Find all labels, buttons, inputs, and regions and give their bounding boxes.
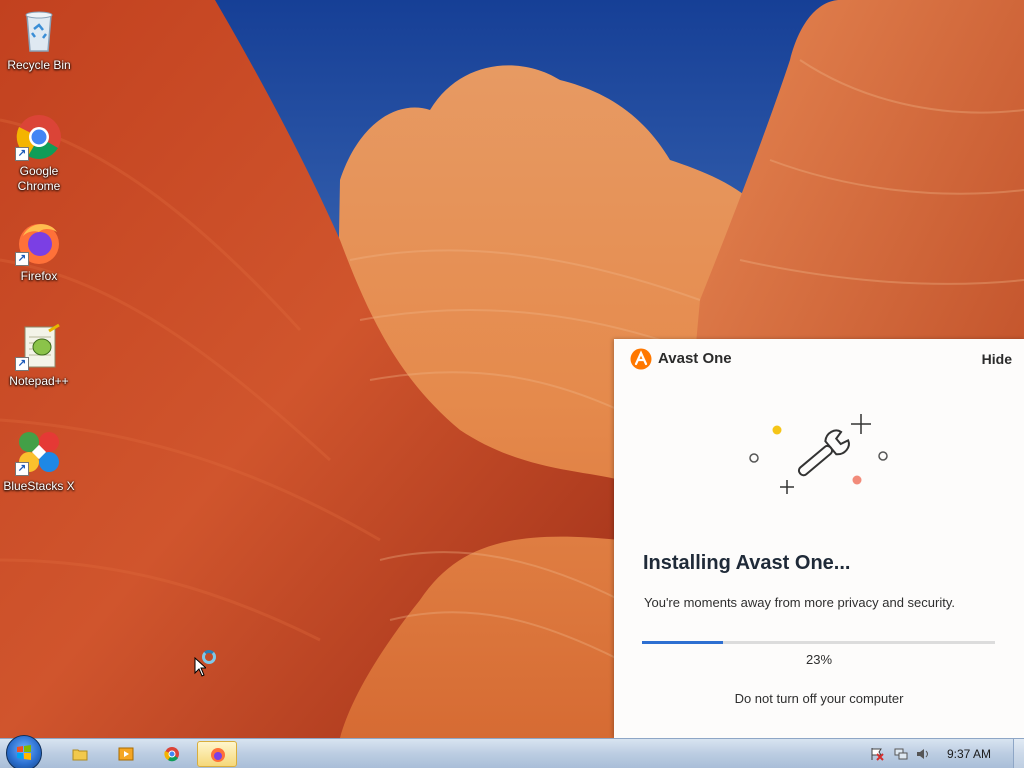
show-desktop-button[interactable] bbox=[1013, 739, 1024, 768]
desktop-icon-recycle-bin[interactable]: Recycle Bin bbox=[1, 7, 77, 73]
desktop-icon-label: Google Chrome bbox=[17, 164, 61, 193]
firefox-icon bbox=[210, 747, 226, 763]
hide-button[interactable]: Hide bbox=[982, 351, 1012, 367]
taskbar-explorer-button[interactable] bbox=[60, 741, 100, 767]
progress-bar bbox=[642, 641, 995, 644]
desktop-icon-label: BlueStacks X bbox=[3, 479, 75, 493]
busy-spinner-icon bbox=[202, 650, 216, 664]
desktop-icon-label: Notepad++ bbox=[9, 374, 69, 388]
avast-installer-panel: Avast One Hide Installing Avast One... Y… bbox=[614, 339, 1024, 738]
avast-logo-icon bbox=[630, 348, 652, 370]
shortcut-arrow-icon: ↗ bbox=[15, 252, 29, 266]
wrench-illustration-icon bbox=[744, 407, 894, 507]
system-tray: 9:37 AM bbox=[854, 739, 1024, 768]
volume-icon[interactable] bbox=[916, 747, 930, 761]
desktop-icon-notepad-plus-plus[interactable]: ↗ Notepad++ bbox=[1, 323, 77, 389]
shortcut-arrow-icon: ↗ bbox=[15, 357, 29, 371]
notepad-plus-plus-icon: ↗ bbox=[15, 323, 63, 371]
bluestacks-icon: ↗ bbox=[15, 428, 63, 476]
progress-percent: 23% bbox=[805, 652, 833, 667]
desktop-icon-firefox[interactable]: ↗ Firefox bbox=[1, 218, 77, 284]
media-player-icon bbox=[118, 746, 134, 762]
recycle-bin-icon bbox=[15, 7, 63, 55]
network-icon[interactable] bbox=[894, 747, 908, 761]
install-heading: Installing Avast One... bbox=[643, 552, 851, 574]
desktop-icon-label: Firefox bbox=[20, 269, 58, 283]
taskbar-media-player-button[interactable] bbox=[106, 741, 146, 767]
windows-logo-icon bbox=[17, 745, 31, 760]
do-not-turn-off-message: Do not turn off your computer bbox=[734, 691, 904, 706]
desktop-icon-bluestacks-x[interactable]: ↗ BlueStacks X bbox=[1, 428, 77, 494]
avast-header: Avast One Hide bbox=[614, 339, 1024, 379]
desktop-icon-label: Recycle Bin bbox=[7, 58, 71, 72]
taskbar-clock[interactable]: 9:37 AM bbox=[947, 747, 991, 761]
action-center-flag-icon[interactable] bbox=[870, 747, 884, 761]
taskbar: 9:37 AM bbox=[0, 735, 1024, 768]
desktop-icon-google-chrome[interactable]: ↗ Google Chrome bbox=[1, 113, 77, 194]
install-subtitle: You're moments away from more privacy an… bbox=[644, 595, 955, 610]
shortcut-arrow-icon: ↗ bbox=[15, 462, 29, 476]
folder-icon bbox=[72, 746, 88, 762]
avast-title: Avast One bbox=[658, 350, 732, 367]
firefox-icon: ↗ bbox=[15, 218, 63, 266]
chrome-icon: ↗ bbox=[15, 113, 63, 161]
progress-bar-fill bbox=[642, 641, 724, 644]
taskbar-firefox-button[interactable] bbox=[197, 741, 237, 767]
start-button[interactable] bbox=[6, 735, 42, 768]
chrome-icon bbox=[164, 746, 180, 762]
shortcut-arrow-icon: ↗ bbox=[15, 147, 29, 161]
taskbar-chrome-button[interactable] bbox=[152, 741, 192, 767]
